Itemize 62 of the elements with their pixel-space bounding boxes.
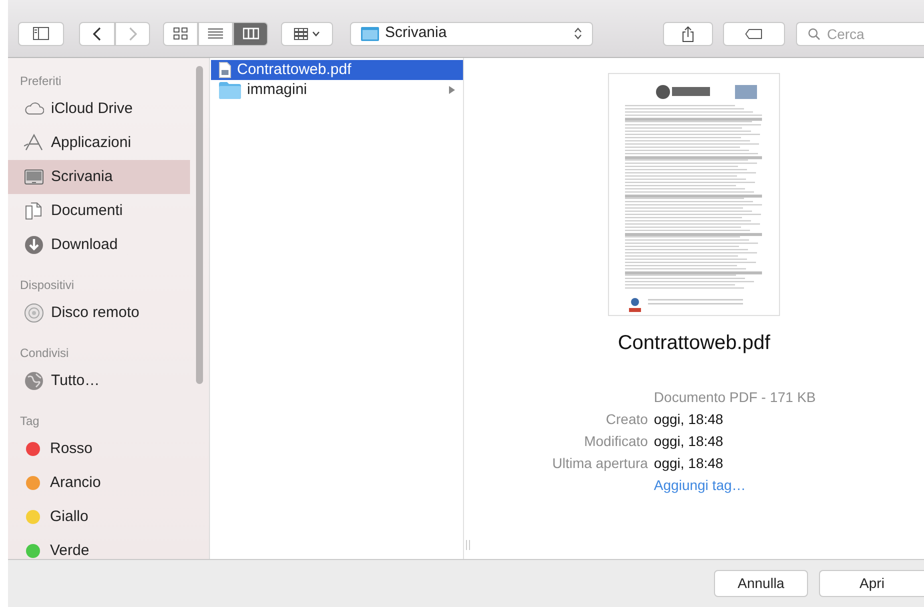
sidebar-item[interactable]: Documenti: [8, 194, 190, 228]
pdf-file-icon: [219, 62, 231, 78]
location-popup[interactable]: Scrivania: [350, 22, 593, 46]
scrollbar-thumb[interactable]: [196, 66, 203, 384]
download-icon: [24, 235, 44, 255]
sidebar-item[interactable]: Arancio: [8, 466, 190, 500]
sidebar-item[interactable]: Applicazioni: [8, 126, 190, 160]
columns-icon: [242, 27, 258, 40]
tag-icon: [745, 28, 763, 38]
sidebar-toggle-button[interactable]: [18, 22, 64, 46]
sidebar-item[interactable]: Tutto…: [8, 364, 190, 398]
updown-chevron-icon: [574, 27, 582, 40]
file-type-size: Documento PDF - 171 KB: [654, 388, 816, 407]
add-tags-link[interactable]: Aggiungi tag…: [654, 477, 746, 493]
sidebar-item[interactable]: Rosso: [8, 432, 190, 466]
share-icon: [682, 26, 694, 42]
search-field[interactable]: Cerca: [796, 22, 924, 46]
compass-drawing-icon: [24, 133, 44, 153]
arrange-button[interactable]: [281, 22, 333, 46]
file-list-item[interactable]: Contrattoweb.pdf: [211, 60, 463, 80]
sidebar-item[interactable]: iCloud Drive: [8, 92, 190, 126]
cancel-button[interactable]: Annulla: [714, 570, 808, 597]
folder-icon: [361, 26, 379, 41]
folder-icon: [219, 82, 241, 98]
detail-value: oggi, 18:48: [654, 410, 724, 429]
section-header: Tag: [19, 413, 40, 430]
search-icon: [808, 28, 820, 40]
sidebar-item[interactable]: Verde: [8, 534, 190, 559]
sidebar-icon: [33, 27, 49, 40]
detail-label: Creato: [604, 410, 648, 429]
sidebar-item[interactable]: Download: [8, 228, 190, 262]
section-header: Dispositivi: [19, 277, 76, 294]
detail-value: oggi, 18:48: [654, 432, 724, 451]
open-button[interactable]: Apri: [819, 570, 924, 597]
grid-icon: [172, 27, 188, 40]
share-button[interactable]: [663, 22, 713, 46]
desktop-icon: [24, 167, 44, 187]
back-button[interactable]: [79, 22, 115, 46]
file-list-item[interactable]: immagini: [211, 80, 463, 100]
sidebar-item[interactable]: Scrivania: [8, 160, 190, 194]
grid-icon: [294, 28, 308, 40]
chevron-left-icon: [93, 26, 101, 40]
triangle-right-icon: [449, 86, 455, 94]
detail-value: oggi, 18:48: [654, 454, 724, 473]
detail-label: Modificato: [583, 432, 648, 451]
disc-icon: [24, 303, 44, 323]
detail-label: Ultima apertura: [552, 454, 648, 473]
tag-button[interactable]: [723, 22, 785, 46]
view-mode-button[interactable]: [163, 22, 198, 46]
file-name: Contrattoweb.pdf: [618, 331, 770, 356]
section-header: Preferiti: [19, 73, 62, 90]
view-mode-button[interactable]: [233, 22, 268, 46]
chevron-right-icon: [128, 26, 136, 40]
sidebar-item[interactable]: Giallo: [8, 500, 190, 534]
caret-down-icon: [312, 30, 320, 36]
section-header: Condivisi: [19, 345, 70, 362]
globe-icon: [24, 371, 44, 391]
list-icon: [208, 27, 224, 40]
documents-icon: [24, 201, 44, 221]
view-mode-button[interactable]: [198, 22, 233, 46]
resize-handle-icon: [466, 540, 470, 550]
sidebar-item[interactable]: Disco remoto: [8, 296, 190, 330]
